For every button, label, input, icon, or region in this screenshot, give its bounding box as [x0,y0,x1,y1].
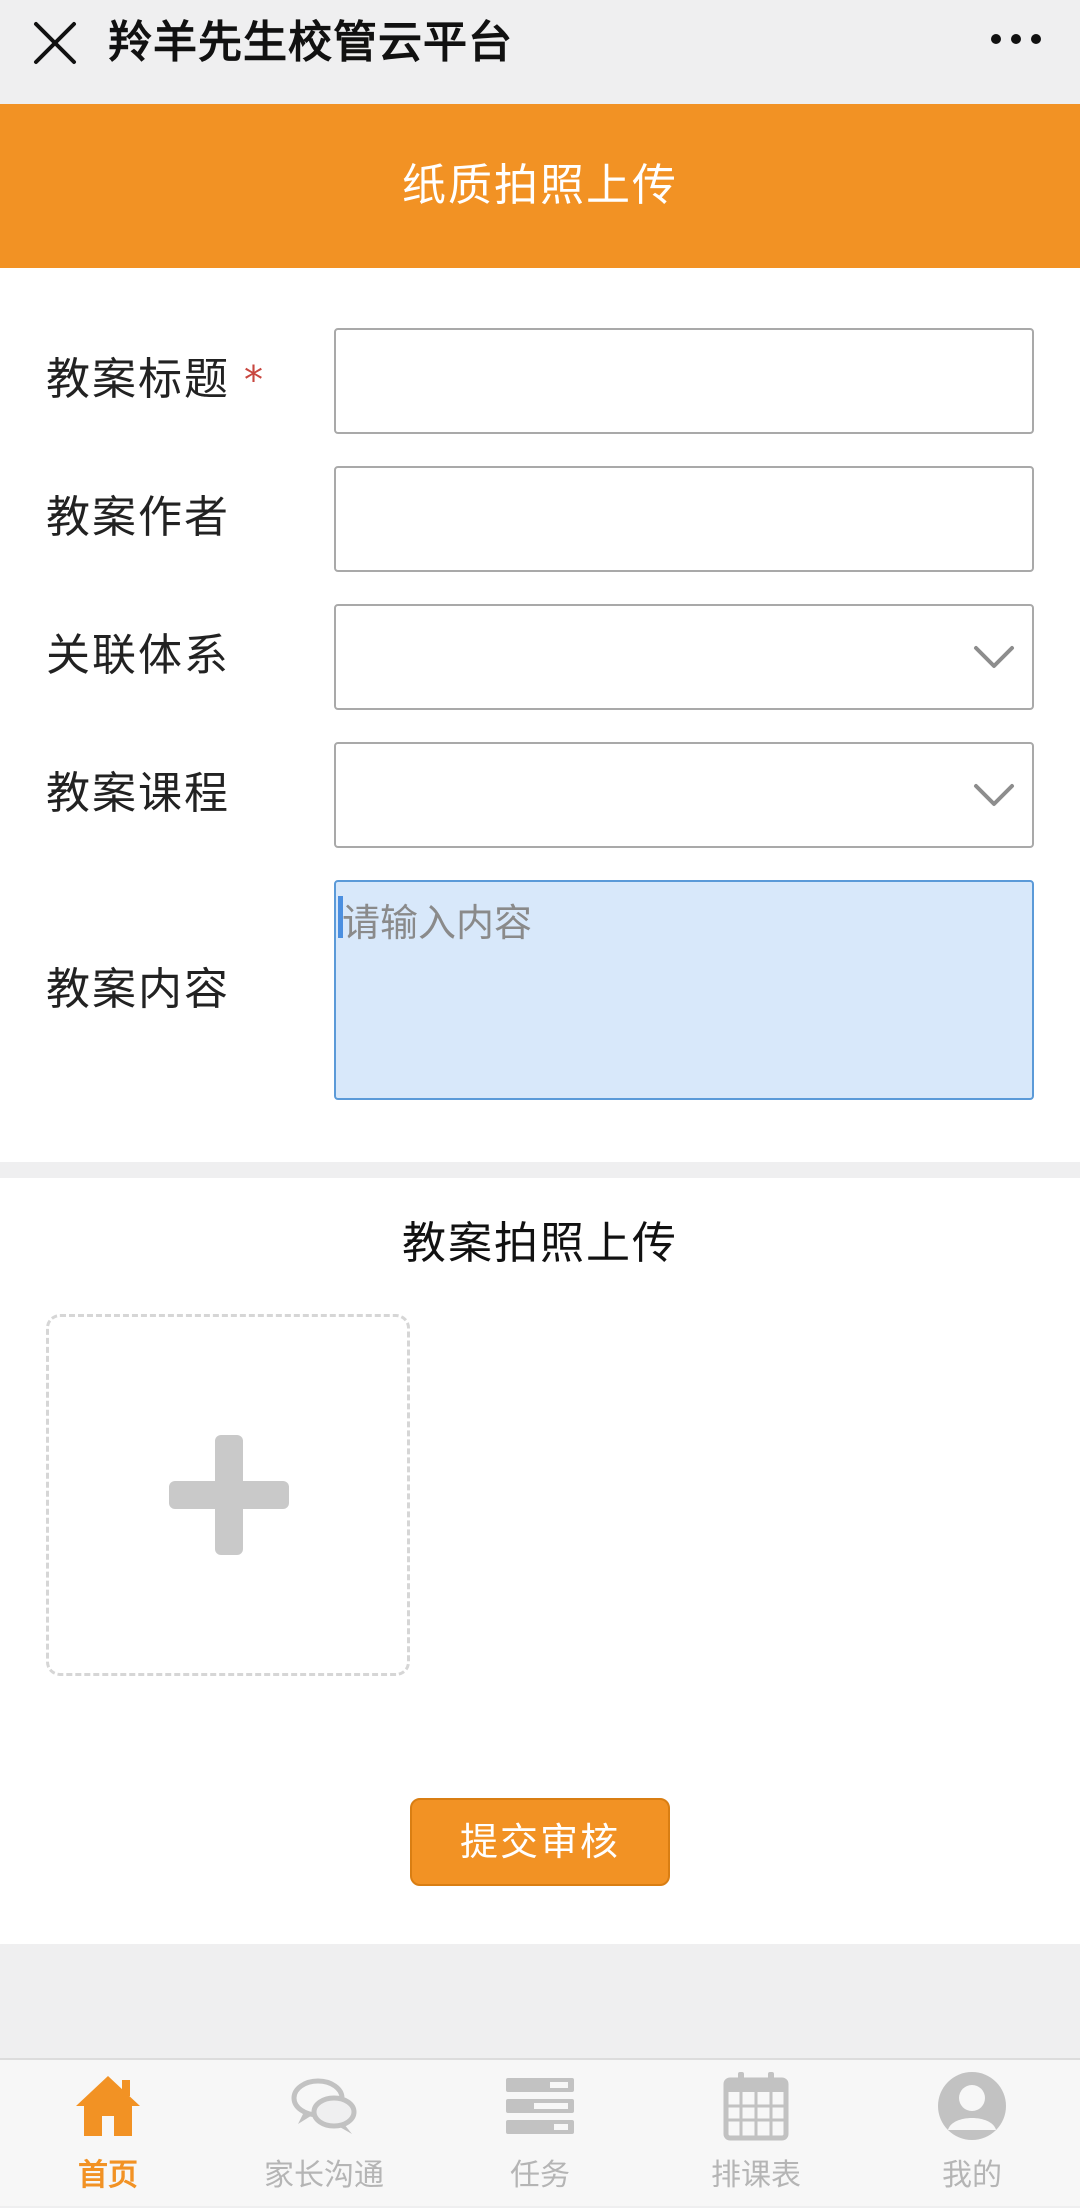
task-list-icon [506,2078,574,2134]
author-label: 教案作者 [46,492,230,543]
title-label-text: 教案标题 [46,354,230,405]
text-caret [338,896,343,938]
chat-icon [291,2078,357,2134]
home-icon [76,2076,140,2136]
tab-parent-chat-label: 家长沟通 [264,2158,384,2193]
add-photo-button[interactable] [46,1314,410,1676]
chevron-down-icon [974,784,1014,806]
content-textarea[interactable] [336,882,1032,1098]
required-mark: * [244,358,265,402]
photo-upload-section: 教案拍照上传 提交审核 [0,1178,1080,1944]
tab-schedule-label: 排课表 [711,2158,801,2193]
title-input[interactable] [336,330,1032,432]
title-bar: 羚羊先生校管云平台 [0,0,1080,104]
tab-parent-chat[interactable]: 家长沟通 [216,2060,432,2208]
system-label: 关联体系 [46,630,230,681]
calendar-icon [723,2072,789,2141]
tab-home[interactable]: 首页 [0,2060,216,2208]
lesson-plan-form: 教案标题 * 教案作者 关联体系 教案课程 教案内容 [0,268,1080,1162]
tab-tasks-label: 任务 [510,2158,570,2193]
course-label: 教案课程 [46,768,230,819]
title-label: 教案标题 * [46,350,265,410]
close-icon[interactable] [28,16,82,70]
bottom-tab-bar: 首页 家长沟通 任务 排课表 我的 [0,2058,1080,2206]
user-icon [938,2072,1006,2140]
plus-icon [169,1435,289,1555]
tab-tasks[interactable]: 任务 [432,2060,648,2208]
upload-section-title: 教案拍照上传 [402,1218,678,1269]
course-select[interactable] [334,742,1034,848]
tab-profile[interactable]: 我的 [864,2060,1080,2208]
content-label: 教案内容 [46,964,230,1015]
more-options-icon[interactable] [986,24,1046,54]
app-title: 羚羊先生校管云平台 [108,17,513,68]
author-input[interactable] [336,468,1032,570]
content-field[interactable] [334,880,1034,1100]
author-field[interactable] [334,466,1034,572]
page-header-banner: 纸质拍照上传 [0,104,1080,268]
tab-profile-label: 我的 [942,2158,1002,2193]
tab-schedule[interactable]: 排课表 [648,2060,864,2208]
title-field[interactable] [334,328,1034,434]
page-title: 纸质拍照上传 [402,160,678,211]
system-select[interactable] [334,604,1034,710]
tab-home-label: 首页 [78,2158,138,2193]
chevron-down-icon [974,646,1014,668]
submit-review-button[interactable]: 提交审核 [410,1798,670,1886]
